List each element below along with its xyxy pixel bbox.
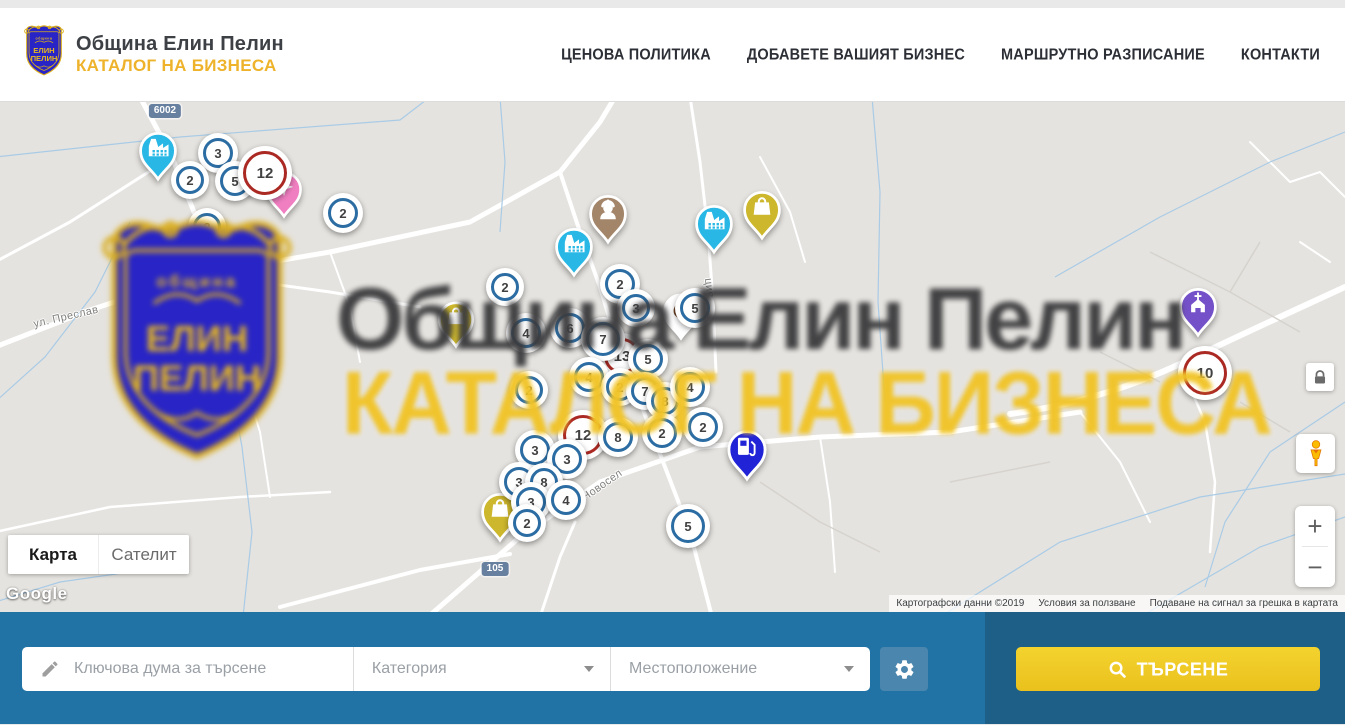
attribution-terms-link[interactable]: Условия за ползване xyxy=(1031,595,1142,612)
chevron-down-icon xyxy=(584,666,594,672)
cluster-marker[interactable]: 8 xyxy=(598,417,638,457)
pegman-icon xyxy=(1306,439,1326,468)
map-type-satellite-button[interactable]: Сателит xyxy=(98,535,189,574)
nav-link[interactable]: ДОБАВЕТЕ ВАШИЯТ БИЗНЕС xyxy=(747,46,965,63)
street-view-pegman-button[interactable] xyxy=(1296,434,1335,473)
cluster-marker[interactable]: 5 xyxy=(666,504,710,548)
main-nav: ЦЕНОВА ПОЛИТИКА ДОБАВЕТЕ ВАШИЯТ БИЗНЕС МАР… xyxy=(561,47,1320,63)
municipality-crest-icon: община ЕЛИНПЕЛИН xyxy=(22,24,66,85)
factory-pin-marker[interactable] xyxy=(552,221,596,283)
cluster-marker[interactable]: 2 xyxy=(510,371,548,409)
window-top-strip xyxy=(0,0,1345,8)
cluster-marker[interactable]: 2 xyxy=(486,268,524,306)
cluster-count: 3 xyxy=(520,435,550,465)
bag-pin-marker[interactable] xyxy=(435,295,477,354)
pencil-icon xyxy=(40,659,60,679)
cluster-count: 5 xyxy=(633,344,663,374)
cluster-marker[interactable]: 2 xyxy=(171,161,209,199)
cluster-marker[interactable]: 3 xyxy=(617,289,655,327)
cluster-count: 2 xyxy=(193,213,221,241)
crest-shield: община ЕЛИНПЕЛИН xyxy=(22,24,66,80)
map-type-control: Карта Сателит xyxy=(8,535,189,574)
search-bar: Категория Местоположение ТЪРСЕНЕ xyxy=(0,612,1345,724)
lock-icon xyxy=(1313,370,1327,385)
nav-link[interactable]: КОНТАКТИ xyxy=(1241,46,1320,63)
site-subtitle: КАТАЛОГ НА БИЗНЕСА xyxy=(76,56,284,76)
fuel-icon xyxy=(724,423,770,482)
bag-icon xyxy=(435,295,477,349)
church-icon xyxy=(1176,281,1220,338)
zoom-out-button[interactable]: − xyxy=(1295,547,1335,587)
cluster-count: 2 xyxy=(647,418,677,448)
cluster-marker[interactable]: 2 xyxy=(323,193,363,233)
cluster-count: 12 xyxy=(243,151,287,195)
cluster-count: 2 xyxy=(491,273,519,301)
zoom-in-button[interactable]: + xyxy=(1295,506,1335,546)
site-title: Община Елин Пелин xyxy=(76,33,284,56)
search-input-group: Категория Местоположение xyxy=(22,647,870,691)
factory-icon xyxy=(692,198,736,255)
cluster-count: 2 xyxy=(688,412,718,442)
cluster-marker[interactable]: 4 xyxy=(546,480,586,520)
fuel-pin-marker[interactable] xyxy=(724,423,770,487)
keyword-section xyxy=(22,647,353,691)
keyword-search-input[interactable] xyxy=(72,659,306,679)
attribution-data: Картографски данни ©2019 xyxy=(889,595,1031,612)
cluster-count: 8 xyxy=(603,422,633,452)
cluster-marker[interactable]: 12 xyxy=(238,146,292,200)
cluster-count: 3 xyxy=(622,294,650,322)
map-type-map-button[interactable]: Карта xyxy=(8,535,98,574)
site-logo[interactable]: община ЕЛИНПЕЛИН Община Елин Пелин КАТАЛО… xyxy=(22,24,284,85)
cluster-marker[interactable]: 10 xyxy=(1178,346,1232,400)
google-map[interactable]: 6002105ул. Преславбул. „Новоселция 23251… xyxy=(0,102,1345,612)
category-dropdown-label: Категория xyxy=(372,660,584,678)
bag-pin-marker[interactable] xyxy=(740,184,784,246)
map-lock-button[interactable] xyxy=(1306,363,1334,391)
cluster-marker[interactable]: 2 xyxy=(683,407,723,447)
svg-text:ПЕЛИН: ПЕЛИН xyxy=(31,54,58,63)
search-icon xyxy=(1108,660,1127,679)
church-pin-marker[interactable] xyxy=(1176,281,1220,343)
cluster-marker[interactable]: 2 xyxy=(188,208,226,246)
gear-icon xyxy=(893,658,916,681)
bag-icon xyxy=(740,184,784,241)
map-markers-layer: 23251222235641375422784221283338342510 xyxy=(0,102,1345,612)
cluster-count: 5 xyxy=(671,509,705,543)
cluster-marker[interactable]: 5 xyxy=(675,288,715,328)
cluster-marker[interactable]: 7 xyxy=(581,317,625,361)
cluster-count: 2 xyxy=(515,376,543,404)
cluster-marker[interactable]: 2 xyxy=(508,504,546,542)
attribution-report-link[interactable]: Подаване на сигнал за грешка в картата xyxy=(1143,595,1345,612)
cluster-marker[interactable]: 4 xyxy=(670,367,710,407)
nav-link[interactable]: МАРШРУТНО РАЗПИСАНИЕ xyxy=(1001,46,1205,63)
cluster-count: 4 xyxy=(511,318,541,348)
nav-link[interactable]: ЦЕНОВА ПОЛИТИКА xyxy=(561,46,711,63)
cluster-marker[interactable]: 4 xyxy=(506,313,546,353)
factory-pin-marker[interactable] xyxy=(692,198,736,260)
search-button-label: ТЪРСЕНЕ xyxy=(1137,658,1229,680)
cluster-count: 7 xyxy=(586,322,620,356)
map-attribution: Картографски данни ©2019 Условия за полз… xyxy=(889,595,1345,612)
factory-icon xyxy=(552,221,596,278)
location-dropdown[interactable]: Местоположение xyxy=(610,647,870,691)
category-dropdown[interactable]: Категория xyxy=(353,647,610,691)
cluster-count: 2 xyxy=(513,509,541,537)
zoom-control: + − xyxy=(1295,506,1335,587)
google-logo[interactable]: Google xyxy=(6,584,68,604)
cluster-count: 4 xyxy=(551,485,581,515)
search-submit-button[interactable]: ТЪРСЕНЕ xyxy=(1016,647,1320,691)
cluster-count: 4 xyxy=(574,362,604,392)
cluster-count: 10 xyxy=(1183,351,1227,395)
cluster-marker[interactable]: 2 xyxy=(642,413,682,453)
cluster-count: 2 xyxy=(328,198,358,228)
cluster-count: 5 xyxy=(680,293,710,323)
cluster-count: 4 xyxy=(675,372,705,402)
search-settings-button[interactable] xyxy=(880,647,928,691)
svg-text:община: община xyxy=(35,36,52,40)
chevron-down-icon xyxy=(844,666,854,672)
cluster-count: 2 xyxy=(176,166,204,194)
svg-text:ЕЛИН: ЕЛИН xyxy=(33,46,54,55)
location-dropdown-label: Местоположение xyxy=(629,660,844,678)
site-header: община ЕЛИНПЕЛИН Община Елин Пелин КАТАЛО… xyxy=(0,8,1345,102)
